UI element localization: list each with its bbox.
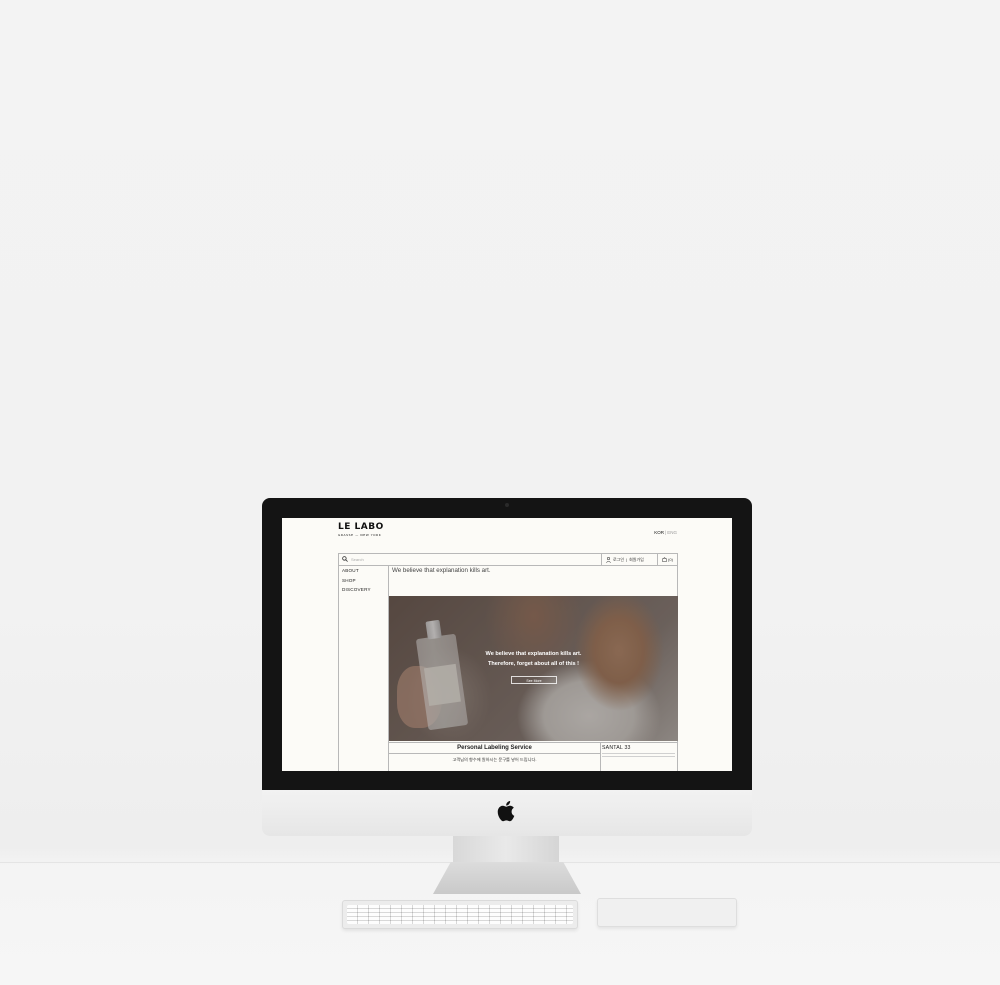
user-icon bbox=[606, 556, 611, 563]
product-name[interactable]: SANTAL 33 bbox=[600, 743, 677, 751]
account-links: 로그인 | 회원가입 bbox=[601, 554, 648, 565]
nav-item-about[interactable]: ABOUT bbox=[339, 566, 388, 576]
labeling-section: Personal Labeling Service 고객님의 향수에 원하시는 … bbox=[389, 742, 601, 771]
apple-logo-icon bbox=[497, 801, 515, 822]
join-link[interactable]: 회원가입 bbox=[629, 557, 644, 563]
account-separator: | bbox=[626, 557, 628, 562]
search-icon[interactable] bbox=[342, 556, 348, 562]
imac-chin bbox=[262, 790, 752, 836]
website-screen: LE LABO GRASSE — NEW YORK KOR|ENG Search… bbox=[282, 518, 732, 771]
page-tagline: We believe that explanation kills art. bbox=[392, 567, 491, 574]
nav-item-discovery[interactable]: DISCOVERY bbox=[339, 585, 388, 595]
brand-logo[interactable]: LE LABO GRASSE — NEW YORK bbox=[338, 522, 384, 538]
product-divider bbox=[602, 753, 675, 754]
side-navigation: ABOUT SHOP DISCOVERY bbox=[339, 565, 389, 771]
imac: LE LABO GRASSE — NEW YORK KOR|ENG Search… bbox=[262, 498, 752, 836]
search-input[interactable] bbox=[351, 555, 551, 563]
page-frame: 로그인 | 회원가입 (0) ABOUT SHOP bbox=[338, 553, 678, 771]
product-divider-2 bbox=[602, 756, 675, 757]
imac-stand-foot bbox=[433, 862, 581, 894]
hero-line-1: We believe that explanation kills art. bbox=[485, 651, 582, 657]
screen-bezel: LE LABO GRASSE — NEW YORK KOR|ENG Search… bbox=[262, 498, 752, 790]
hero-line-2: Therefore, forget about all of this ! bbox=[487, 660, 580, 667]
lang-eng[interactable]: ENG bbox=[667, 530, 677, 535]
lang-kor[interactable]: KOR bbox=[654, 530, 664, 535]
cart-count: (0) bbox=[668, 557, 673, 562]
see-more-button[interactable]: See More bbox=[511, 676, 557, 684]
keyboard-keys bbox=[347, 905, 573, 924]
shopping-bag-icon bbox=[662, 557, 667, 562]
login-link[interactable]: 로그인 bbox=[613, 557, 624, 563]
camera bbox=[505, 503, 509, 507]
imac-stand-neck bbox=[453, 836, 559, 864]
hero-text: We believe that explanation kills art. T… bbox=[389, 650, 678, 669]
labeling-description: 고객님의 향수에 원하시는 문구를 넣어 드립니다. bbox=[452, 757, 537, 762]
cart-button[interactable]: (0) bbox=[657, 554, 677, 565]
labeling-title: Personal Labeling Service bbox=[389, 743, 600, 754]
keyboard bbox=[342, 900, 578, 929]
main-content: We believe that explanation kills art. W… bbox=[389, 565, 678, 771]
product-panel: SANTAL 33 bbox=[600, 742, 677, 771]
brand-subtitle: GRASSE — NEW YORK bbox=[338, 533, 382, 537]
trackpad bbox=[597, 898, 737, 927]
language-switcher: KOR|ENG bbox=[654, 530, 677, 535]
hero-banner: We believe that explanation kills art. T… bbox=[389, 596, 678, 741]
brand-name: LE LABO bbox=[338, 522, 384, 532]
nav-item-shop[interactable]: SHOP bbox=[339, 576, 388, 586]
